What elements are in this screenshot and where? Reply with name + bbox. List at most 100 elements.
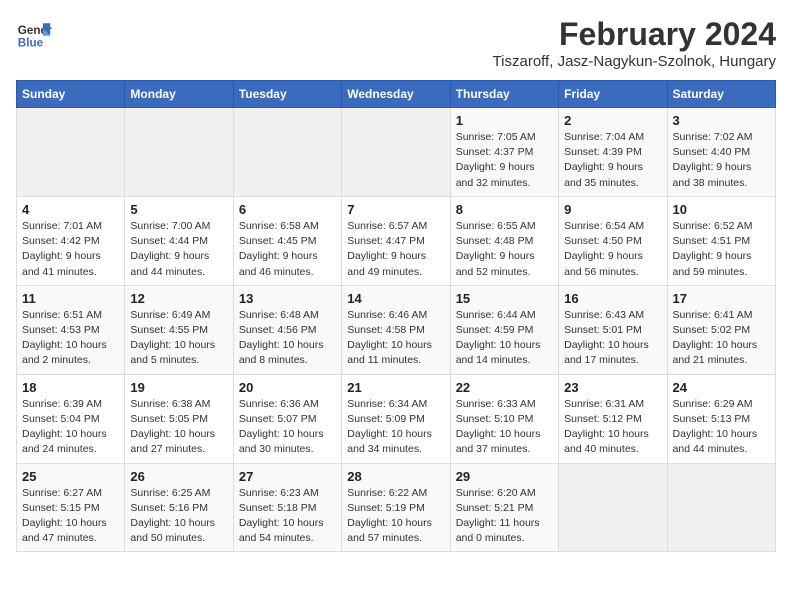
day-info: Sunrise: 6:57 AMSunset: 4:47 PMDaylight:…	[347, 219, 444, 280]
day-info: Sunrise: 6:36 AMSunset: 5:07 PMDaylight:…	[239, 397, 336, 458]
calendar-cell	[667, 463, 775, 552]
week-row: 4 Sunrise: 7:01 AMSunset: 4:42 PMDaylight…	[17, 196, 776, 285]
day-number: 19	[130, 380, 227, 395]
calendar-cell: 9 Sunrise: 6:54 AMSunset: 4:50 PMDaylight…	[559, 196, 667, 285]
weekday-header: Sunday	[17, 81, 125, 108]
day-number: 13	[239, 291, 336, 306]
week-row: 18 Sunrise: 6:39 AMSunset: 5:04 PMDayligh…	[17, 374, 776, 463]
day-number: 18	[22, 380, 119, 395]
calendar-cell: 2 Sunrise: 7:04 AMSunset: 4:39 PMDaylight…	[559, 108, 667, 197]
weekday-header: Wednesday	[342, 81, 450, 108]
day-info: Sunrise: 6:34 AMSunset: 5:09 PMDaylight:…	[347, 397, 444, 458]
calendar-cell: 27 Sunrise: 6:23 AMSunset: 5:18 PMDayligh…	[233, 463, 341, 552]
weekday-header: Tuesday	[233, 81, 341, 108]
day-number: 6	[239, 202, 336, 217]
calendar-cell: 18 Sunrise: 6:39 AMSunset: 5:04 PMDayligh…	[17, 374, 125, 463]
day-number: 28	[347, 469, 444, 484]
day-number: 10	[673, 202, 770, 217]
day-number: 4	[22, 202, 119, 217]
day-info: Sunrise: 6:39 AMSunset: 5:04 PMDaylight:…	[22, 397, 119, 458]
day-number: 3	[673, 113, 770, 128]
day-info: Sunrise: 6:22 AMSunset: 5:19 PMDaylight:…	[347, 486, 444, 547]
day-number: 5	[130, 202, 227, 217]
calendar-cell	[233, 108, 341, 197]
calendar-cell: 7 Sunrise: 6:57 AMSunset: 4:47 PMDaylight…	[342, 196, 450, 285]
day-number: 20	[239, 380, 336, 395]
day-number: 12	[130, 291, 227, 306]
calendar-cell	[17, 108, 125, 197]
day-info: Sunrise: 6:49 AMSunset: 4:55 PMDaylight:…	[130, 308, 227, 369]
day-info: Sunrise: 6:48 AMSunset: 4:56 PMDaylight:…	[239, 308, 336, 369]
week-row: 11 Sunrise: 6:51 AMSunset: 4:53 PMDayligh…	[17, 285, 776, 374]
day-number: 27	[239, 469, 336, 484]
week-row: 1 Sunrise: 7:05 AMSunset: 4:37 PMDaylight…	[17, 108, 776, 197]
calendar-cell: 26 Sunrise: 6:25 AMSunset: 5:16 PMDayligh…	[125, 463, 233, 552]
title-section: February 2024 Tiszaroff, Jasz-Nagykun-Sz…	[493, 16, 776, 70]
day-info: Sunrise: 6:52 AMSunset: 4:51 PMDaylight:…	[673, 219, 770, 280]
calendar-cell: 23 Sunrise: 6:31 AMSunset: 5:12 PMDayligh…	[559, 374, 667, 463]
day-info: Sunrise: 6:55 AMSunset: 4:48 PMDaylight:…	[456, 219, 553, 280]
day-info: Sunrise: 7:04 AMSunset: 4:39 PMDaylight:…	[564, 130, 661, 191]
logo-icon: General Blue	[16, 16, 52, 52]
calendar-cell: 17 Sunrise: 6:41 AMSunset: 5:02 PMDayligh…	[667, 285, 775, 374]
day-info: Sunrise: 6:58 AMSunset: 4:45 PMDaylight:…	[239, 219, 336, 280]
day-number: 9	[564, 202, 661, 217]
day-info: Sunrise: 6:54 AMSunset: 4:50 PMDaylight:…	[564, 219, 661, 280]
day-number: 25	[22, 469, 119, 484]
day-number: 22	[456, 380, 553, 395]
day-info: Sunrise: 6:41 AMSunset: 5:02 PMDaylight:…	[673, 308, 770, 369]
day-info: Sunrise: 6:51 AMSunset: 4:53 PMDaylight:…	[22, 308, 119, 369]
subtitle: Tiszaroff, Jasz-Nagykun-Szolnok, Hungary	[493, 53, 776, 70]
calendar-cell	[125, 108, 233, 197]
day-info: Sunrise: 6:33 AMSunset: 5:10 PMDaylight:…	[456, 397, 553, 458]
calendar-cell	[342, 108, 450, 197]
calendar-cell: 4 Sunrise: 7:01 AMSunset: 4:42 PMDaylight…	[17, 196, 125, 285]
page-header: General Blue February 2024 Tiszaroff, Ja…	[16, 16, 776, 70]
day-info: Sunrise: 6:20 AMSunset: 5:21 PMDaylight:…	[456, 486, 553, 547]
calendar-cell	[559, 463, 667, 552]
calendar-cell: 10 Sunrise: 6:52 AMSunset: 4:51 PMDayligh…	[667, 196, 775, 285]
day-number: 7	[347, 202, 444, 217]
day-number: 23	[564, 380, 661, 395]
calendar-cell: 14Sunrise: 6:46 AMSunset: 4:58 PMDayligh…	[342, 285, 450, 374]
calendar-cell: 19 Sunrise: 6:38 AMSunset: 5:05 PMDayligh…	[125, 374, 233, 463]
calendar-table: SundayMondayTuesdayWednesdayThursdayFrid…	[16, 80, 776, 552]
day-number: 1	[456, 113, 553, 128]
day-number: 8	[456, 202, 553, 217]
day-number: 29	[456, 469, 553, 484]
calendar-cell: 16 Sunrise: 6:43 AMSunset: 5:01 PMDayligh…	[559, 285, 667, 374]
day-info: Sunrise: 6:38 AMSunset: 5:05 PMDaylight:…	[130, 397, 227, 458]
day-info: Sunrise: 6:43 AMSunset: 5:01 PMDaylight:…	[564, 308, 661, 369]
day-number: 2	[564, 113, 661, 128]
logo: General Blue	[16, 16, 52, 52]
weekday-header-row: SundayMondayTuesdayWednesdayThursdayFrid…	[17, 81, 776, 108]
calendar-cell: 13 Sunrise: 6:48 AMSunset: 4:56 PMDayligh…	[233, 285, 341, 374]
day-info: Sunrise: 7:05 AMSunset: 4:37 PMDaylight:…	[456, 130, 553, 191]
day-info: Sunrise: 7:00 AMSunset: 4:44 PMDaylight:…	[130, 219, 227, 280]
day-info: Sunrise: 6:31 AMSunset: 5:12 PMDaylight:…	[564, 397, 661, 458]
day-number: 14	[347, 291, 444, 306]
main-title: February 2024	[493, 16, 776, 53]
calendar-cell: 28 Sunrise: 6:22 AMSunset: 5:19 PMDayligh…	[342, 463, 450, 552]
calendar-cell: 8 Sunrise: 6:55 AMSunset: 4:48 PMDaylight…	[450, 196, 558, 285]
day-info: Sunrise: 6:27 AMSunset: 5:15 PMDaylight:…	[22, 486, 119, 547]
week-row: 25 Sunrise: 6:27 AMSunset: 5:15 PMDayligh…	[17, 463, 776, 552]
calendar-cell: 5 Sunrise: 7:00 AMSunset: 4:44 PMDaylight…	[125, 196, 233, 285]
day-number: 11	[22, 291, 119, 306]
day-number: 16	[564, 291, 661, 306]
day-info: Sunrise: 6:23 AMSunset: 5:18 PMDaylight:…	[239, 486, 336, 547]
day-info: Sunrise: 6:29 AMSunset: 5:13 PMDaylight:…	[673, 397, 770, 458]
calendar-cell: 20 Sunrise: 6:36 AMSunset: 5:07 PMDayligh…	[233, 374, 341, 463]
calendar-cell: 15Sunrise: 6:44 AMSunset: 4:59 PMDayligh…	[450, 285, 558, 374]
day-number: 26	[130, 469, 227, 484]
day-number: 17	[673, 291, 770, 306]
weekday-header: Monday	[125, 81, 233, 108]
calendar-body: 1 Sunrise: 7:05 AMSunset: 4:37 PMDaylight…	[17, 108, 776, 552]
weekday-header: Saturday	[667, 81, 775, 108]
calendar-cell: 29 Sunrise: 6:20 AMSunset: 5:21 PMDayligh…	[450, 463, 558, 552]
calendar-cell: 21Sunrise: 6:34 AMSunset: 5:09 PMDayligh…	[342, 374, 450, 463]
day-info: Sunrise: 7:01 AMSunset: 4:42 PMDaylight:…	[22, 219, 119, 280]
calendar-cell: 25 Sunrise: 6:27 AMSunset: 5:15 PMDayligh…	[17, 463, 125, 552]
day-info: Sunrise: 6:25 AMSunset: 5:16 PMDaylight:…	[130, 486, 227, 547]
calendar-cell: 22 Sunrise: 6:33 AMSunset: 5:10 PMDayligh…	[450, 374, 558, 463]
